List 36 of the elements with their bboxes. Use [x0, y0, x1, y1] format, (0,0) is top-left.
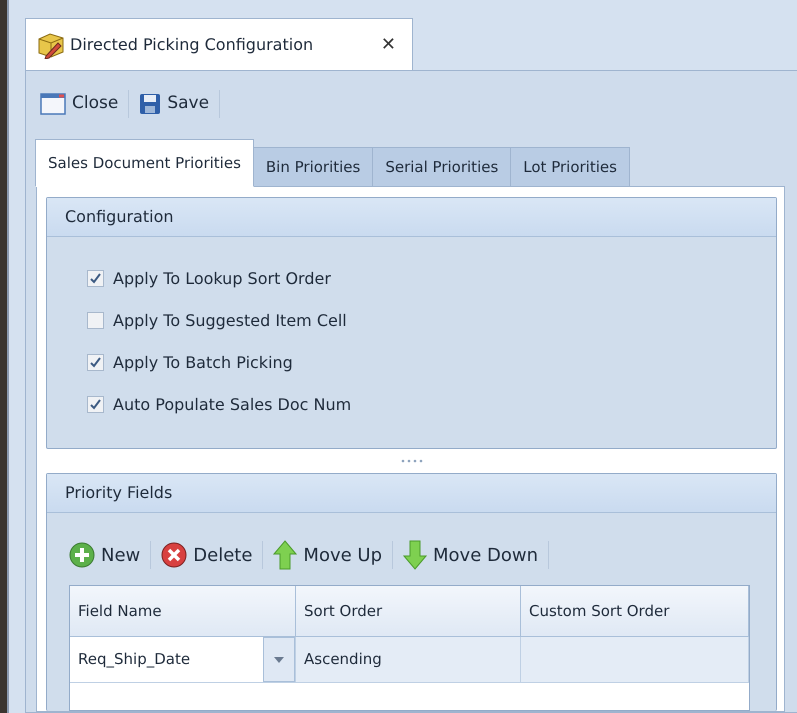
column-header[interactable]: Field Name [70, 586, 296, 637]
down-arrow-icon [403, 540, 428, 570]
window-icon [40, 93, 66, 115]
checkbox[interactable] [87, 270, 104, 287]
caret-icon [274, 656, 284, 662]
table-cell: Ascending [296, 637, 521, 683]
tab[interactable]: Bin Priorities [252, 147, 374, 187]
checkbox[interactable] [87, 354, 104, 371]
checkbox-label: Auto Populate Sales Doc Num [113, 394, 352, 416]
tab-title: Directed Picking Configuration [70, 34, 314, 56]
delete-icon [161, 542, 188, 568]
up-arrow-icon [273, 540, 298, 570]
close-button[interactable]: Close [36, 89, 122, 119]
column-header[interactable]: Custom Sort Order [521, 586, 749, 637]
checkbox-label: Apply To Lookup Sort Order [113, 268, 331, 290]
close-tab-button[interactable]: ✕ [376, 31, 400, 58]
group-header: Configuration [47, 198, 776, 237]
new-button[interactable]: New [65, 540, 144, 570]
dropdown-field[interactable]: Req_Ship_Date [70, 637, 296, 683]
save-button[interactable]: Save [135, 89, 214, 119]
checkbox[interactable] [87, 312, 104, 329]
document-tab[interactable]: Directed Picking Configuration ✕ [25, 18, 413, 70]
tab[interactable]: Lot Priorities [510, 147, 630, 187]
move-down-button[interactable]: Move Down [399, 538, 542, 572]
tab[interactable]: Serial Priorities [372, 147, 512, 187]
checkbox[interactable] [87, 396, 104, 413]
checkbox-label: Apply To Suggested Item Cell [113, 310, 347, 332]
move-up-button[interactable]: Move Up [269, 538, 386, 572]
plus-icon [69, 542, 95, 568]
column-header[interactable]: Sort Order [296, 586, 521, 637]
checkbox-label: Apply To Batch Picking [113, 352, 293, 374]
box-pencil-icon [36, 30, 66, 58]
tab[interactable]: Sales Document Priorities [35, 139, 254, 187]
splitter-handle[interactable] [400, 459, 422, 463]
group-header: Priority Fields [47, 474, 776, 513]
delete-button[interactable]: Delete [157, 540, 256, 570]
